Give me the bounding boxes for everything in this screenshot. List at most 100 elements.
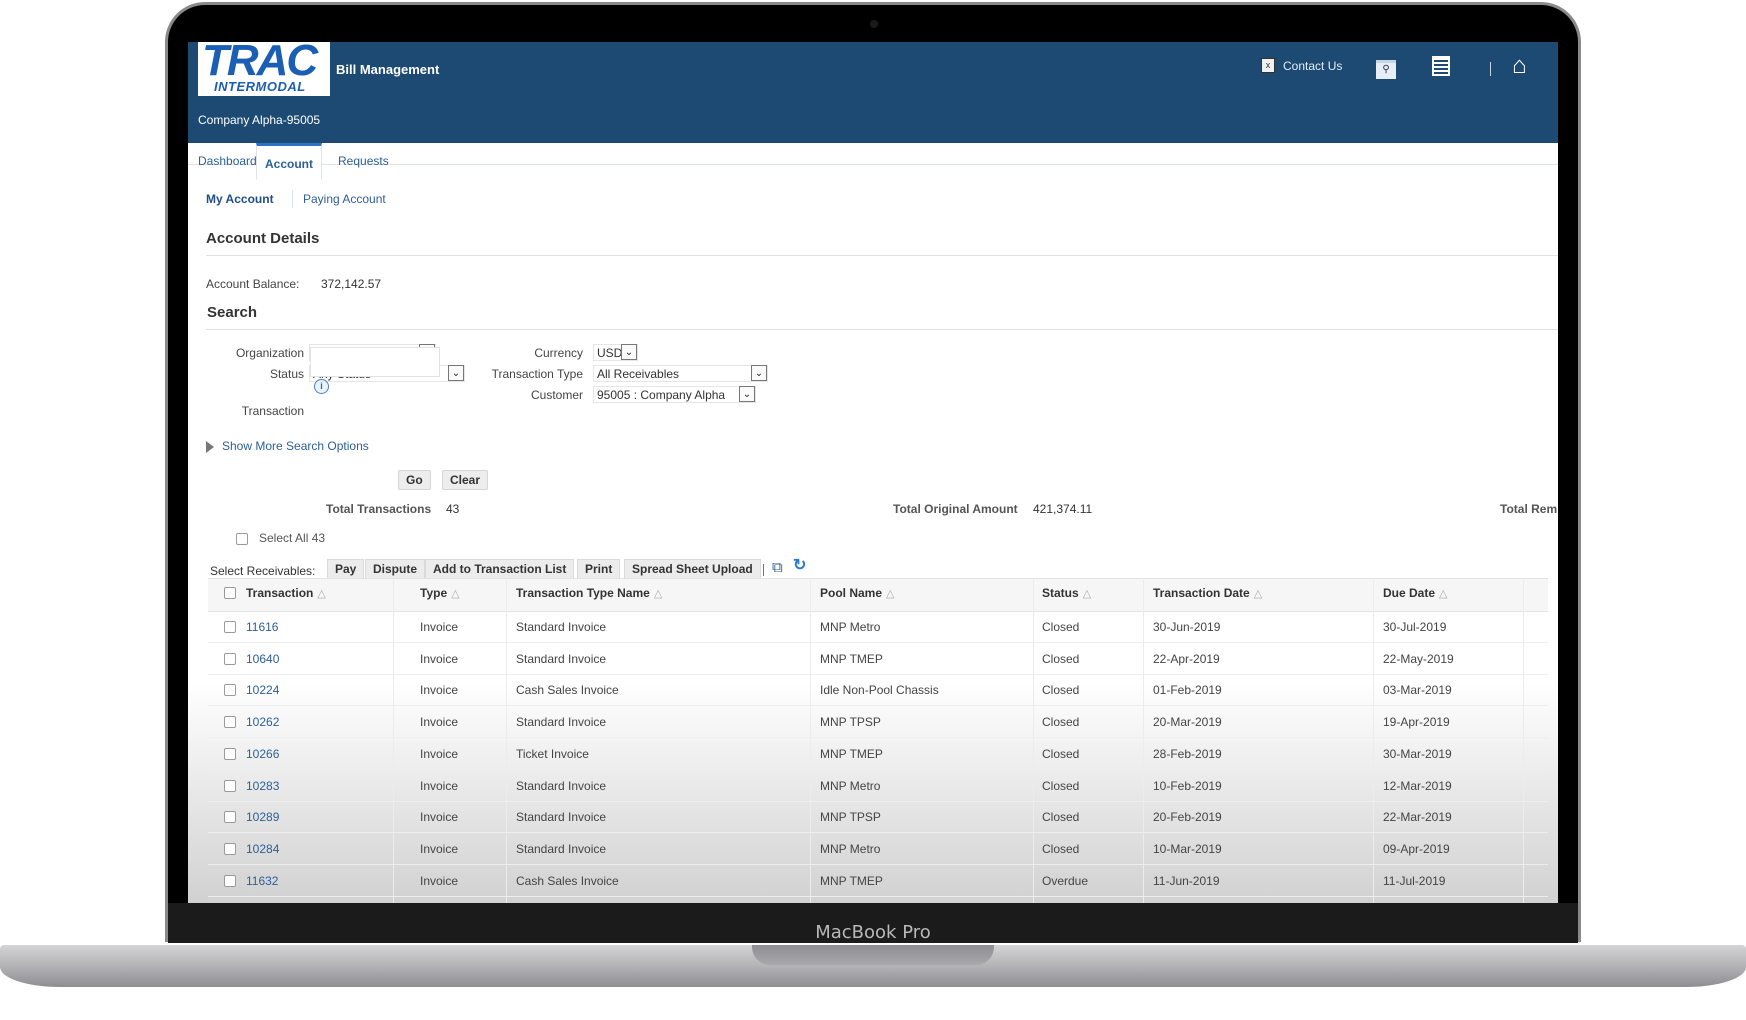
sort-icon[interactable]: △	[451, 588, 459, 600]
transaction-link[interactable]: 10224	[246, 683, 279, 697]
tab-account[interactable]: Account	[256, 143, 322, 180]
subtab-my-account[interactable]: My Account	[206, 192, 274, 206]
cell-transaction-date: 10-Feb-2019	[1153, 778, 1222, 793]
cell-transaction-type-name: Cash Sales Invoice	[516, 873, 619, 888]
cell-status: Closed	[1042, 651, 1080, 666]
folder-search-icon[interactable]: ⚲	[1376, 60, 1396, 79]
cell-pool-name: MNP TPSP	[820, 810, 881, 825]
column-header-type[interactable]: Type △	[420, 586, 460, 600]
sort-icon[interactable]: △	[1439, 588, 1447, 600]
contact-us-label: Contact Us	[1283, 58, 1343, 73]
total-remaining-label: Total Rem	[1500, 502, 1558, 516]
subtab-paying-account[interactable]: Paying Account	[303, 192, 386, 206]
currency-label: Currency	[534, 346, 583, 360]
transaction-link[interactable]: 10284	[246, 842, 279, 856]
row-checkbox[interactable]	[224, 747, 236, 760]
header-divider	[1490, 62, 1491, 76]
row-checkbox[interactable]	[224, 716, 236, 729]
transaction-link[interactable]: 10262	[246, 715, 279, 729]
pay-button[interactable]: Pay	[327, 559, 365, 579]
transaction-input[interactable]	[310, 347, 440, 377]
organization-label: Organization	[235, 346, 304, 360]
chevron-down-icon[interactable]: ⌄	[739, 386, 755, 402]
currency-select[interactable]: USD ⌄	[593, 344, 638, 361]
cell-transaction-date: 20-Feb-2019	[1153, 810, 1222, 825]
dispute-button[interactable]: Dispute	[365, 559, 426, 579]
cell-transaction-type-name: Standard Invoice	[516, 810, 607, 825]
sort-icon[interactable]: △	[1083, 588, 1091, 600]
column-header-transaction[interactable]: Transaction △	[246, 586, 326, 600]
cell-due-date: 09-Apr-2019	[1383, 841, 1450, 856]
spreadsheet-upload-button[interactable]: Spread Sheet Upload	[624, 559, 761, 579]
chevron-down-icon[interactable]: ⌄	[751, 365, 767, 381]
transaction-link[interactable]: 10283	[246, 779, 279, 793]
toolbar-divider	[763, 564, 764, 576]
expand-triangle-icon	[206, 440, 214, 453]
clear-button[interactable]: Clear	[442, 470, 489, 490]
row-checkbox[interactable]	[224, 874, 236, 887]
transaction-link[interactable]: 11632	[246, 874, 278, 888]
cell-status: Closed	[1042, 778, 1080, 793]
header-checkbox[interactable]	[224, 587, 236, 599]
transaction-link[interactable]: 10266	[246, 747, 279, 761]
transaction-link[interactable]: 10289	[246, 810, 279, 824]
transaction-type-select[interactable]: All Receivables ⌄	[593, 365, 768, 382]
transaction-link[interactable]: 11616	[246, 620, 278, 634]
go-button[interactable]: Go	[398, 470, 431, 490]
select-all-checkbox[interactable]	[236, 533, 248, 545]
customer-label: Customer	[530, 388, 583, 402]
column-header-transaction-date[interactable]: Transaction Date △	[1153, 586, 1262, 600]
row-checkbox[interactable]	[224, 684, 236, 697]
cell-type: Invoice	[420, 746, 459, 761]
tab-requests[interactable]: Requests	[338, 154, 389, 168]
laptop-notch	[752, 945, 994, 965]
chevron-down-icon[interactable]: ⌄	[621, 344, 637, 360]
cell-type: Invoice	[420, 715, 459, 730]
column-label: Pool Name	[820, 586, 883, 600]
sort-icon[interactable]: △	[1254, 588, 1262, 600]
add-to-transaction-list-button[interactable]: Add to Transaction List	[425, 559, 575, 579]
sort-icon[interactable]: △	[654, 588, 662, 600]
account-balance-label: Account Balance:	[206, 277, 300, 291]
transaction-type-value: All Receivables	[597, 367, 680, 381]
customer-select[interactable]: 95005 : Company Alpha ⌄	[593, 386, 756, 403]
row-checkbox[interactable]	[224, 842, 236, 855]
cell-type: Invoice	[420, 651, 459, 666]
sort-icon[interactable]: △	[886, 588, 894, 600]
expand-icon[interactable]: ⧉	[772, 560, 783, 576]
transaction-label: Transaction	[241, 404, 304, 418]
column-header-transaction-type-name[interactable]: Transaction Type Name △	[516, 586, 662, 600]
transaction-type-label: Transaction Type	[491, 367, 583, 381]
select-receivables-label: Select Receivables:	[210, 564, 316, 578]
cell-pool-name: Idle Non-Pool Chassis	[820, 683, 939, 698]
cell-transaction-date: 30-Jun-2019	[1153, 620, 1221, 634]
cell-status: Closed	[1042, 715, 1080, 730]
transaction-link[interactable]: 10640	[246, 652, 279, 666]
contact-us-link[interactable]: x Contact Us	[1261, 58, 1342, 73]
cell-transaction-date: 10-Mar-2019	[1153, 841, 1222, 856]
cell-status: Closed	[1042, 841, 1080, 856]
row-checkbox[interactable]	[224, 779, 236, 792]
info-icon[interactable]: i	[314, 379, 329, 394]
refresh-icon[interactable]: ↻	[793, 558, 806, 574]
tab-dashboard[interactable]: Dashboard	[198, 154, 257, 168]
cell-type: Invoice	[420, 683, 459, 698]
list-icon[interactable]	[1432, 56, 1450, 76]
sort-icon[interactable]: △	[317, 588, 325, 600]
company-name: Company Alpha-95005	[198, 113, 321, 127]
home-icon[interactable]: ⌂	[1512, 52, 1527, 80]
subtab-divider	[292, 190, 293, 208]
column-header-pool-name[interactable]: Pool Name △	[820, 586, 894, 600]
camera-icon	[870, 20, 878, 28]
print-button[interactable]: Print	[577, 559, 621, 579]
column-header-due-date[interactable]: Due Date △	[1383, 586, 1447, 600]
cell-status: Closed	[1042, 620, 1080, 634]
column-header-status[interactable]: Status △	[1042, 586, 1091, 600]
row-checkbox[interactable]	[224, 652, 236, 665]
trac-intermodal-logo[interactable]: TRAC INTERMODAL	[198, 42, 330, 96]
column-label: Due Date	[1383, 586, 1436, 600]
show-more-search-options[interactable]: Show More Search Options	[206, 439, 369, 453]
row-checkbox[interactable]	[224, 621, 236, 633]
tab-underline	[188, 164, 1558, 165]
row-checkbox[interactable]	[224, 811, 236, 824]
